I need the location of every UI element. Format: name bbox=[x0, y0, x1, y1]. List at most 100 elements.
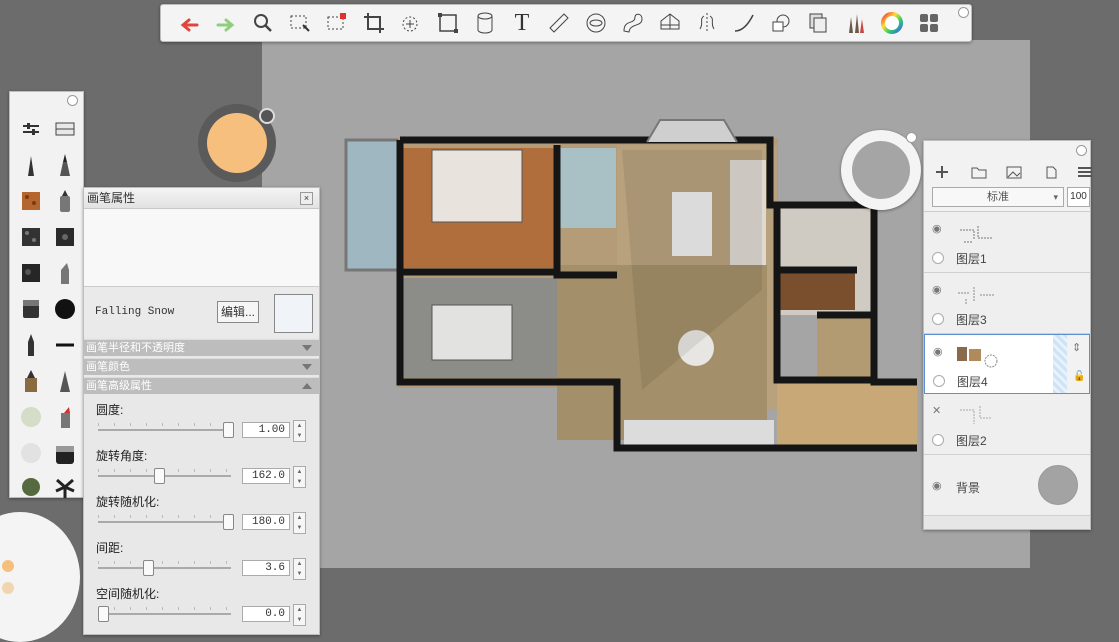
slider-knob[interactable] bbox=[154, 468, 166, 484]
brush-library-icon[interactable] bbox=[841, 9, 869, 37]
bottom-left-puck[interactable] bbox=[0, 512, 80, 642]
spinner-icon[interactable]: ▲ ▼ bbox=[293, 604, 306, 626]
fill-icon[interactable] bbox=[52, 116, 78, 142]
eraser-icon[interactable] bbox=[18, 296, 44, 322]
paint-brush-icon[interactable] bbox=[18, 260, 44, 286]
folder-icon[interactable] bbox=[970, 164, 988, 180]
tree-brush-icon[interactable] bbox=[18, 474, 44, 500]
drawing-canvas[interactable] bbox=[262, 40, 1030, 568]
value-field[interactable]: 162.0 bbox=[242, 468, 290, 484]
ink-pen-icon[interactable] bbox=[52, 152, 78, 178]
slider-knob[interactable] bbox=[143, 560, 154, 576]
floor-plan-drawing bbox=[344, 119, 917, 452]
layer-radio[interactable] bbox=[933, 375, 945, 387]
eye-icon[interactable]: ◉ bbox=[932, 222, 942, 235]
close-icon[interactable]: × bbox=[300, 192, 313, 205]
layer-puck[interactable] bbox=[841, 130, 921, 210]
edit-button[interactable]: 编辑... bbox=[217, 301, 259, 323]
layer-radio[interactable] bbox=[932, 252, 944, 264]
undo-icon[interactable] bbox=[175, 9, 203, 37]
section-advanced[interactable]: 画笔高级属性 bbox=[84, 377, 319, 394]
symmetry-icon[interactable] bbox=[693, 9, 721, 37]
eye-icon[interactable]: ◉ bbox=[932, 479, 942, 492]
zoom-icon[interactable] bbox=[249, 9, 277, 37]
curve-icon[interactable] bbox=[730, 9, 758, 37]
color-wheel-icon[interactable] bbox=[878, 9, 906, 37]
line-brush-icon[interactable] bbox=[52, 332, 78, 358]
distort-icon[interactable] bbox=[434, 9, 462, 37]
layer-puck-close-icon[interactable] bbox=[906, 132, 917, 143]
brush-settings-icon[interactable] bbox=[18, 116, 44, 142]
spinner-icon[interactable]: ▲ ▼ bbox=[293, 558, 306, 580]
french-curve-icon[interactable] bbox=[619, 9, 647, 37]
spinner-icon[interactable]: ▲ ▼ bbox=[293, 466, 306, 488]
slider-knob[interactable] bbox=[223, 422, 234, 438]
toolbox-close-icon[interactable] bbox=[67, 95, 78, 106]
value-field[interactable]: 1.00 bbox=[242, 422, 290, 438]
slider-spacing: 间距: 3.6 ▲ ▼ bbox=[96, 538, 319, 584]
shape-icon[interactable] bbox=[767, 9, 795, 37]
blur-icon[interactable] bbox=[18, 440, 44, 466]
airbrush-icon[interactable] bbox=[52, 260, 78, 286]
section-brush-color[interactable]: 画笔颜色 bbox=[84, 358, 319, 375]
section-radius-opacity[interactable]: 画笔半径和不透明度 bbox=[84, 339, 319, 356]
quick-select-icon[interactable] bbox=[323, 9, 351, 37]
fineliner-icon[interactable] bbox=[18, 332, 44, 358]
cylinder-icon[interactable] bbox=[471, 9, 499, 37]
calligraphy-icon[interactable] bbox=[52, 368, 78, 394]
slider-knob[interactable] bbox=[223, 514, 234, 530]
eye-icon[interactable]: ◉ bbox=[933, 345, 943, 358]
ellipse-guide-icon[interactable] bbox=[582, 9, 610, 37]
ruler-icon[interactable] bbox=[545, 9, 573, 37]
dot-brush-icon[interactable] bbox=[52, 296, 78, 322]
brush-color-puck[interactable] bbox=[198, 104, 276, 182]
perspective-icon[interactable] bbox=[656, 9, 684, 37]
sponge-icon[interactable] bbox=[18, 404, 44, 430]
background-color-swatch[interactable] bbox=[1038, 465, 1078, 505]
image-layer-icon[interactable] bbox=[1005, 164, 1023, 180]
crop-icon[interactable] bbox=[360, 9, 388, 37]
value-field[interactable]: 180.0 bbox=[242, 514, 290, 530]
clear-layer-icon[interactable] bbox=[1042, 164, 1060, 180]
transform-icon[interactable] bbox=[397, 9, 425, 37]
spinner-icon[interactable]: ▲ ▼ bbox=[293, 420, 306, 442]
marker-2-icon[interactable] bbox=[18, 368, 44, 394]
redo-icon[interactable] bbox=[212, 9, 240, 37]
layer-color-swatch bbox=[852, 141, 910, 199]
marker-3-icon[interactable] bbox=[52, 404, 78, 430]
texture-brush-icon[interactable] bbox=[18, 188, 44, 214]
add-layer-icon[interactable] bbox=[933, 164, 951, 180]
layer-drag-strip[interactable] bbox=[1053, 335, 1067, 393]
layer-radio[interactable] bbox=[932, 313, 944, 325]
eye-icon[interactable]: ◉ bbox=[932, 283, 942, 296]
spinner-icon[interactable]: ▲ ▼ bbox=[293, 512, 306, 534]
layer-item-hidden[interactable]: ✕ 图层2 bbox=[924, 394, 1090, 455]
text-icon[interactable]: T bbox=[508, 9, 536, 37]
blend-mode-select[interactable]: 标准 bbox=[932, 187, 1064, 207]
marker-icon[interactable] bbox=[52, 188, 78, 214]
chevron-down-icon bbox=[302, 364, 312, 370]
menu-icon[interactable] bbox=[1076, 164, 1094, 180]
value-field[interactable]: 0.0 bbox=[242, 606, 290, 622]
background-layer[interactable]: ◉ 背景 bbox=[924, 455, 1090, 516]
stamp-brush-2-icon[interactable] bbox=[52, 224, 78, 250]
layout-icon[interactable] bbox=[915, 9, 943, 37]
stamp-brush-icon[interactable] bbox=[18, 224, 44, 250]
layer-item-selected[interactable]: ◉ 图层4 ⇕ 🔓 bbox=[924, 334, 1090, 394]
layer-radio[interactable] bbox=[932, 434, 944, 446]
layer-item[interactable]: ◉ 图层3 bbox=[924, 273, 1090, 334]
select-icon[interactable] bbox=[286, 9, 314, 37]
reorder-icon[interactable]: ⇕ bbox=[1072, 341, 1081, 354]
layers-close-icon[interactable] bbox=[1076, 145, 1087, 156]
copy-icon[interactable] bbox=[804, 9, 832, 37]
slider-knob[interactable] bbox=[98, 606, 109, 622]
layer-item[interactable]: ◉ 图层1 bbox=[924, 212, 1090, 273]
eye-hidden-icon[interactable]: ✕ bbox=[932, 404, 941, 417]
toolbar-close-icon[interactable] bbox=[958, 7, 969, 18]
leaf-brush-icon[interactable] bbox=[52, 474, 78, 500]
smudge-icon[interactable] bbox=[52, 440, 78, 466]
lock-icon[interactable]: 🔓 bbox=[1073, 371, 1085, 382]
pencil-icon[interactable] bbox=[18, 152, 44, 178]
value-field[interactable]: 3.6 bbox=[242, 560, 290, 576]
layer-opacity-field[interactable]: 100 bbox=[1067, 187, 1090, 207]
